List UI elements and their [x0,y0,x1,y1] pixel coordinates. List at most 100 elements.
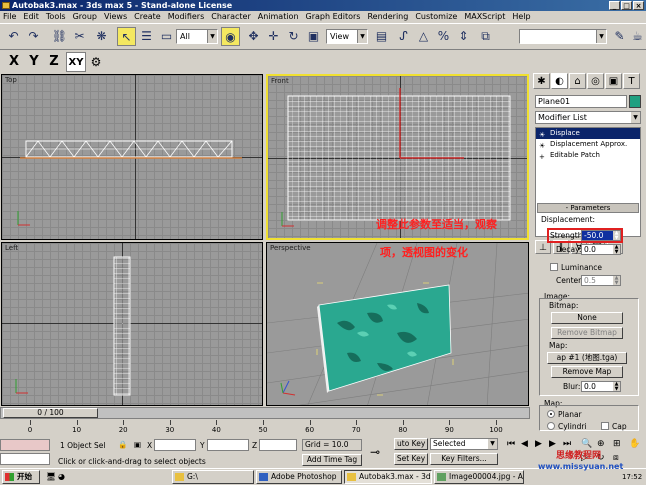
menu-maxscript[interactable]: MAXScript [464,11,505,23]
menu-help[interactable]: Help [512,11,530,23]
y-coord-field[interactable] [207,439,249,451]
planar-radio[interactable] [547,410,555,418]
select-link-icon[interactable]: ⛓ [50,27,69,46]
zoom-extents-icon[interactable]: ⊞ [613,439,621,449]
start-button[interactable]: 开始 [2,470,40,484]
hierarchy-tab-icon[interactable]: ⌂ [569,73,586,89]
bind-space-warp-icon[interactable]: ❋ [92,27,111,46]
stack-item-displacement-approx[interactable]: ☀ Displacement Approx. [536,139,640,150]
menu-modifiers[interactable]: Modifiers [168,11,205,23]
angle-snap-icon[interactable]: △ [414,27,433,46]
menu-customize[interactable]: Customize [415,11,457,23]
pivot-center-icon[interactable]: ▤ [372,27,391,46]
luminance-checkbox[interactable] [550,263,558,271]
select-move-icon-2[interactable]: ✛ [264,27,283,46]
percent-snap-icon[interactable]: % [434,27,453,46]
bitmap-none-button[interactable]: None [551,312,623,324]
add-time-tag-button[interactable]: Add Time Tag [302,454,362,466]
play-icon[interactable]: ▶ [535,439,542,449]
menu-create[interactable]: Create [134,11,161,23]
taskbar-item-3dsmax[interactable]: Autobak3.max - 3ds ... [344,470,432,484]
pan-icon[interactable]: ✋ [629,439,640,449]
select-scale-icon[interactable]: ▣ [304,27,323,46]
map-button[interactable]: ap #1 (地图.tga) [547,352,627,364]
window-crossing-icon[interactable]: ◉ [221,27,240,46]
render-scene-icon[interactable]: ✎ [610,27,629,46]
cap-checkbox[interactable] [601,422,609,430]
spinner-snap-icon[interactable]: ⇕ [454,27,473,46]
viewport-left[interactable]: Left [1,242,263,406]
menu-graph-editors[interactable]: Graph Editors [306,11,361,23]
modify-tab-icon[interactable]: ◐ [551,73,568,89]
menu-tools[interactable]: Tools [46,11,66,23]
decay-spinner[interactable]: 0.0 ▲ ▼ [581,244,621,255]
undo-icon[interactable]: ↶ [4,27,23,46]
cylindrical-radio[interactable] [547,422,555,430]
select-rotate-icon[interactable]: ↻ [284,27,303,46]
browser-icon[interactable]: ◕ [58,472,65,481]
x-coord-field[interactable] [154,439,196,451]
display-tab-icon[interactable]: ▣ [605,73,622,89]
menu-animation[interactable]: Animation [258,11,299,23]
key-filters-button[interactable]: Key Filters... [430,453,498,465]
menu-edit[interactable]: Edit [23,11,39,23]
quick-render-icon[interactable]: ☕ [628,27,646,46]
unlink-icon[interactable]: ✂ [70,27,89,46]
create-tab-icon[interactable]: ✱ [533,73,550,89]
maxscript-listener-mini[interactable] [0,439,50,451]
utilities-tab-icon[interactable]: T [623,73,640,89]
reference-coordinate-dropdown[interactable]: View ▼ [326,29,368,44]
previous-frame-icon[interactable]: ◀ [521,439,528,449]
menu-character[interactable]: Character [211,11,251,23]
selection-filter-dropdown[interactable]: All ▼ [176,29,218,44]
axis-x-button[interactable]: X [4,52,24,72]
remove-bitmap-button[interactable]: Remove Bitmap [551,327,623,339]
menu-views[interactable]: Views [104,11,127,23]
menu-file[interactable]: File [3,11,16,23]
motion-tab-icon[interactable]: ◎ [587,73,604,89]
maximize-button[interactable]: □ [621,1,632,10]
taskbar-item-explorer[interactable]: G:\ [172,470,254,484]
track-bar[interactable]: 0 10 20 30 40 50 60 70 80 90 100 [0,420,530,436]
go-to-start-icon[interactable]: ⏮ [507,439,515,449]
redo-icon[interactable]: ↷ [24,27,43,46]
object-name-field[interactable]: Plane01 [535,95,627,108]
close-button[interactable]: × [633,1,644,10]
object-color-swatch[interactable] [629,95,641,108]
minimize-button[interactable]: _ [609,1,620,10]
auto-key-button[interactable]: uto Key [394,438,428,450]
gear-icon[interactable]: ⚙ [86,52,106,72]
blur-spinner[interactable]: 0.0 ▲ ▼ [581,381,621,392]
axis-z-button[interactable]: Z [44,52,64,72]
stack-item-displace[interactable]: ☀ Displace [536,128,640,139]
remove-map-button[interactable]: Remove Map [551,366,623,378]
time-slider-track[interactable]: 0 / 100 [0,407,530,419]
region-select-icon[interactable]: ▭ [157,27,176,46]
named-selection-dropdown[interactable]: ▼ [519,29,607,44]
axis-xy-button[interactable]: XY [66,52,86,72]
taskbar-item-acdsee[interactable]: Image00004.jpg - AC... [434,470,524,484]
maxscript-input-mini[interactable] [0,453,50,465]
mirror-icon[interactable]: ⧉ [476,27,495,46]
select-object-icon[interactable]: ↖ [117,27,136,46]
select-move-icon[interactable]: ✥ [244,27,263,46]
key-set-dropdown[interactable]: Selected ▼ [430,438,498,450]
viewport-perspective[interactable]: Perspective [266,242,529,406]
strength-spinner[interactable]: -50.0 ▲ ▼ [581,230,621,241]
modifier-list-dropdown[interactable]: Modifier List ▼ [535,111,641,124]
select-by-name-icon[interactable]: ☰ [137,27,156,46]
snap-icon[interactable]: ᔑ [394,27,413,46]
menu-group[interactable]: Group [73,11,97,23]
axis-y-button[interactable]: Y [24,52,44,72]
key-icon[interactable]: ⊸ [370,445,380,459]
show-desktop-icon[interactable]: 🖥 [46,472,56,481]
next-frame-icon[interactable]: ▶ [549,439,556,449]
center-spinner[interactable]: 0.5 ▲ ▼ [581,275,621,286]
menu-rendering[interactable]: Rendering [367,11,408,23]
z-coord-field[interactable] [259,439,297,451]
taskbar-item-photoshop[interactable]: Adobe Photoshop [256,470,342,484]
absolute-mode-icon[interactable]: ▣ [134,440,141,449]
viewport-top[interactable]: Top [1,74,263,240]
time-slider[interactable]: 0 / 100 [3,408,98,418]
parameters-rollout-header[interactable]: - Parameters [537,203,639,213]
